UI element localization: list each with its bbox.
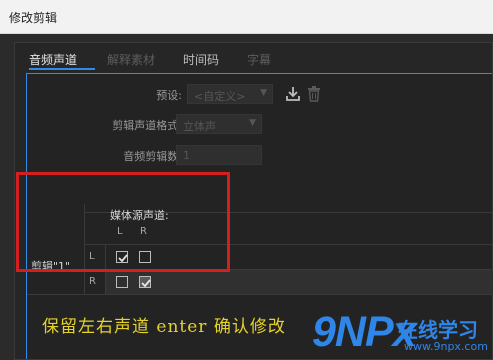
audio-clip-count-value: 1 xyxy=(183,149,190,162)
preset-select[interactable]: <自定义> ▼ xyxy=(187,84,273,104)
title-bar: 修改剪辑 xyxy=(0,0,493,34)
active-tab-indicator xyxy=(29,68,95,70)
watermark-text: 在线学习 xyxy=(398,318,478,342)
row-highlight xyxy=(106,270,493,294)
tab-timecode[interactable]: 时间码 xyxy=(183,51,219,68)
trash-icon[interactable] xyxy=(306,85,322,103)
audio-clip-count-input[interactable]: 1 xyxy=(176,145,262,165)
audio-clip-count-label: 音频剪辑数: xyxy=(123,150,182,163)
tab-interpret-footage[interactable]: 解释素材 xyxy=(107,51,155,68)
channel-format-select[interactable]: 立体声 ▼ xyxy=(176,114,262,134)
chevron-down-icon: ▼ xyxy=(260,88,267,98)
annotation-caption: 保留左右声道 enter 确认修改 xyxy=(42,317,286,337)
tab-audio-channels[interactable]: 音频声道 xyxy=(29,51,77,68)
window-title: 修改剪辑 xyxy=(9,11,58,25)
channel-format-value: 立体声 xyxy=(183,120,216,133)
annotation-highlight-box xyxy=(16,172,230,272)
checkbox-r-r[interactable] xyxy=(139,276,151,288)
preset-label: 预设: xyxy=(156,89,182,102)
channel-row-label-r: R xyxy=(89,276,96,287)
grid-divider xyxy=(27,294,493,295)
tab-captions[interactable]: 字幕 xyxy=(247,51,271,68)
channel-format-label: 剪辑声道格式: xyxy=(112,119,182,132)
preset-value: <自定义> xyxy=(194,90,246,103)
chevron-down-icon: ▼ xyxy=(249,118,256,128)
watermark-logo: 9NPx 在线学习 www.9npx.com xyxy=(312,306,493,360)
watermark-url: www.9npx.com xyxy=(404,340,488,353)
download-icon[interactable] xyxy=(285,85,301,103)
checkbox-r-l[interactable] xyxy=(116,276,128,288)
